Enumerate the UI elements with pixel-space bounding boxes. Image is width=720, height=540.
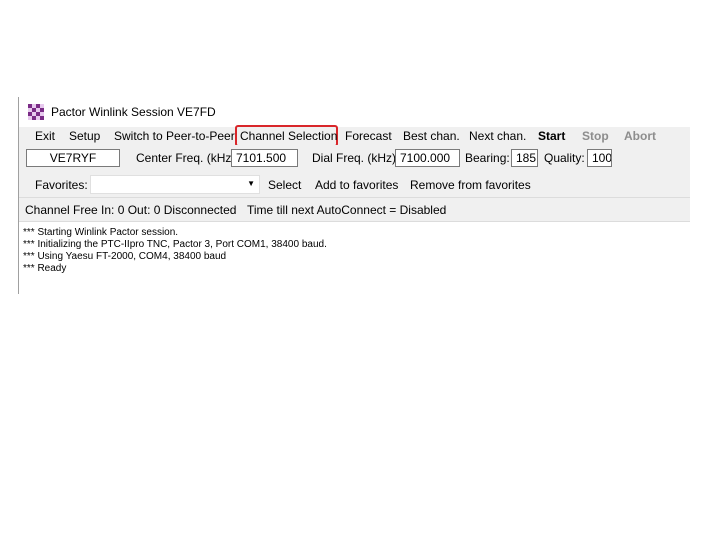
start-button[interactable]: Start [538,129,565,143]
log-line: *** Starting Winlink Pactor session. [23,227,179,238]
menu-next-chan[interactable]: Next chan. [469,129,526,143]
chevron-down-icon[interactable]: ▼ [247,179,255,188]
status-bar: Channel Free In: 0 Out: 0 Disconnected T… [19,197,690,222]
bearing-label: Bearing: [465,151,510,165]
dial-freq-label: Dial Freq. (kHz): [312,151,400,165]
parameters-row: VE7RYF Center Freq. (kHz): 7101.500 Dial… [19,145,690,174]
menu-best-chan[interactable]: Best chan. [403,129,460,143]
callsign-field[interactable]: VE7RYF [26,149,120,167]
quality-label: Quality: [544,151,585,165]
app-icon [28,104,44,120]
favorites-select-button[interactable]: Select [268,178,301,192]
quality-field[interactable]: 100 [587,149,612,167]
log-line: *** Initializing the PTC-IIpro TNC, Pact… [23,239,327,250]
log-line: *** Using Yaesu FT-2000, COM4, 38400 bau… [23,251,227,262]
log-line: *** Ready [23,263,67,274]
window-title: Pactor Winlink Session VE7FD [51,105,216,119]
menu-switch-peer-to-peer[interactable]: Switch to Peer-to-Peer [114,129,235,143]
menu-bar: Exit Setup Switch to Peer-to-Peer Channe… [19,125,690,147]
favorites-dropdown[interactable]: ▼ [90,175,260,194]
menu-setup[interactable]: Setup [69,129,100,143]
connection-status: Channel Free In: 0 Out: 0 Disconnected [25,203,237,217]
bearing-field[interactable]: 185 [511,149,538,167]
abort-button[interactable]: Abort [624,129,656,143]
title-bar: Pactor Winlink Session VE7FD [19,97,690,127]
center-freq-label: Center Freq. (kHz): [136,151,239,165]
remove-from-favorites-button[interactable]: Remove from favorites [410,178,531,192]
menu-channel-selection[interactable]: Channel Selection [240,129,337,143]
add-to-favorites-button[interactable]: Add to favorites [315,178,398,192]
menu-forecast[interactable]: Forecast [345,129,392,143]
favorites-label: Favorites: [35,178,88,192]
favorites-row: Favorites: ▼ Select Add to favorites Rem… [19,174,690,197]
session-log[interactable]: *** Starting Winlink Pactor session. ***… [19,227,690,294]
menu-exit[interactable]: Exit [35,129,55,143]
center-freq-field[interactable]: 7101.500 [231,149,298,167]
stop-button[interactable]: Stop [582,129,609,143]
dial-freq-field[interactable]: 7100.000 [395,149,460,167]
autoconnect-status: Time till next AutoConnect = Disabled [247,203,447,217]
pactor-session-window: Pactor Winlink Session VE7FD Exit Setup … [18,97,690,294]
